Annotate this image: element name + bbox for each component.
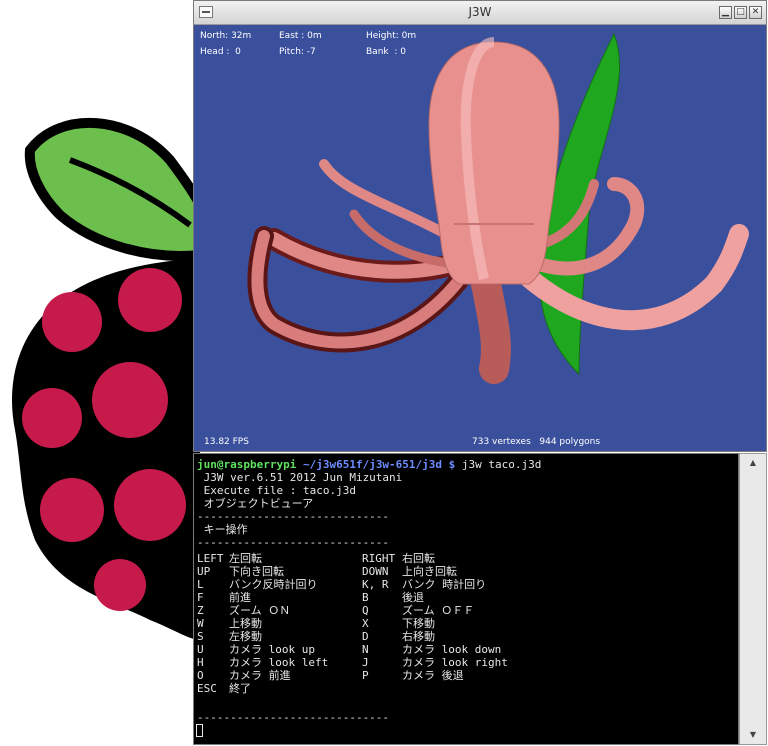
logo-seed	[22, 388, 82, 448]
terminal-line: キー操作	[197, 523, 248, 536]
terminal-footer: -----------------------------	[197, 711, 390, 724]
j3w-window[interactable]: J3W ▁ □ ✕ North: 32m East : 0m Height: 0…	[193, 0, 767, 452]
key-row: ESC 終了	[197, 682, 251, 695]
key-row: UP 下向き回転 DOWN 上向き回転	[197, 565, 457, 578]
prompt-path: ~/j3w651f/j3w-651/j3d $	[296, 458, 456, 471]
title-bar[interactable]: J3W ▁ □ ✕	[194, 1, 766, 25]
logo-seed	[92, 362, 168, 438]
logo-seed	[94, 559, 146, 611]
terminal-line: J3W ver.6.51 2012 Jun Mizutani	[197, 471, 403, 484]
3d-viewport[interactable]	[194, 24, 766, 452]
terminal[interactable]: jun@raspberrypi ~/j3w651f/j3w-651/j3d $ …	[193, 453, 739, 745]
key-row: LEFT 左回転 RIGHT 右回転	[197, 552, 435, 565]
window-title: J3W	[468, 5, 492, 19]
logo-leaf	[24, 117, 205, 261]
hud-head: Head : 0	[200, 47, 241, 57]
logo-seed	[42, 292, 102, 352]
hud-stats: 733 vertexes 944 polygons	[472, 437, 601, 447]
hud-east: East : 0m	[279, 31, 322, 41]
terminal-line: -----------------------------	[197, 536, 390, 549]
terminal-line: Execute file : taco.j3d	[197, 484, 356, 497]
key-row: H カメラ look left J カメラ look right	[197, 656, 508, 669]
key-row: L バンク反時計回り K, R バンク 時計回り	[197, 578, 487, 591]
hud-fps: 13.82 FPS	[204, 437, 249, 447]
prompt-user: jun@raspberrypi	[197, 458, 297, 471]
hud-pitch: Pitch: -7	[279, 47, 316, 57]
octopus-body	[428, 41, 560, 285]
minimize-button[interactable]: ▁	[719, 6, 732, 19]
hud-north: North: 32m	[200, 31, 252, 41]
prompt-command: j3w taco.j3d	[455, 458, 542, 471]
scroll-up-arrow-icon[interactable]: ▲	[747, 457, 759, 469]
hud-height: Height: 0m	[366, 31, 417, 41]
hud-bank: Bank : 0	[366, 47, 406, 57]
terminal-line: -----------------------------	[197, 510, 390, 523]
scroll-down-arrow-icon[interactable]: ▼	[747, 729, 759, 741]
logo-seed	[118, 268, 182, 332]
maximize-button[interactable]: □	[734, 6, 747, 19]
key-row: Z ズーム ＯＮ Q ズーム ＯＦＦ	[197, 604, 475, 617]
logo-seed	[114, 469, 186, 541]
terminal-scrollbar[interactable]: ▲ ▼	[739, 453, 767, 745]
key-row: U カメラ look up N カメラ look down	[197, 643, 502, 656]
logo-seed	[40, 478, 104, 542]
key-row: S 左移動 D 右移動	[197, 630, 435, 643]
key-row: F 前進 B 後退	[197, 591, 424, 604]
terminal-line: オブジェクトビューア	[197, 497, 314, 510]
key-row: W 上移動 X 下移動	[197, 617, 435, 630]
key-row: O カメラ 前進 P カメラ 後退	[197, 669, 464, 682]
close-button[interactable]: ✕	[749, 6, 762, 19]
prompt-line: jun@raspberrypi ~/j3w651f/j3w-651/j3d $ …	[197, 458, 541, 471]
terminal-cursor	[196, 724, 203, 737]
